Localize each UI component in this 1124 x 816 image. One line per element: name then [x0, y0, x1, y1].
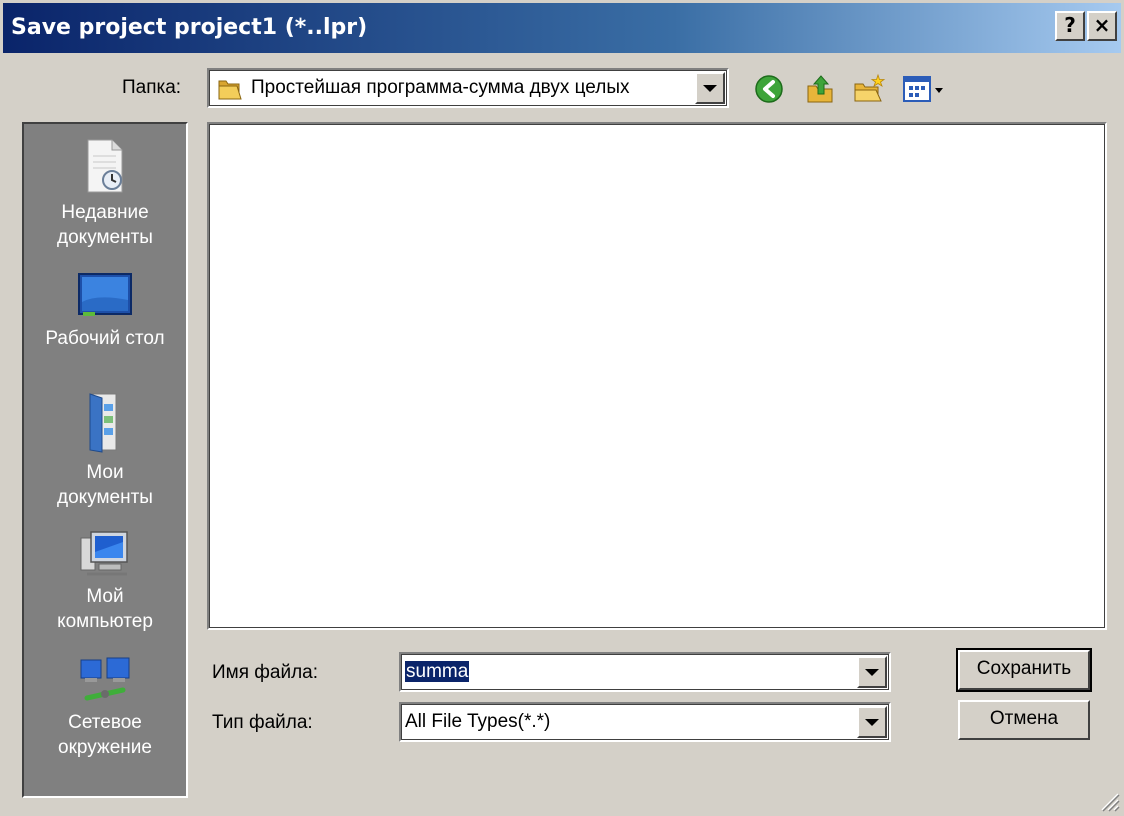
place-desktop[interactable]: Рабочий стол: [24, 272, 186, 351]
filetype-value: All File Types(*.*): [405, 711, 551, 732]
recent-documents-icon: [87, 139, 123, 193]
close-button[interactable]: ×: [1087, 11, 1117, 41]
filetype-label: Тип файла:: [212, 712, 313, 733]
filetype-select[interactable]: All File Types(*.*): [399, 702, 891, 742]
place-my-computer[interactable]: Мой компьютер: [24, 528, 186, 634]
network-icon: [80, 657, 130, 701]
folder-dropdown-button[interactable]: [695, 72, 725, 104]
place-label-line1: Недавние: [61, 202, 149, 223]
window-title: Save project project1 (*..lpr): [11, 15, 368, 40]
place-label-line1: Мои: [86, 462, 124, 483]
place-label-line2: документы: [57, 487, 153, 508]
place-label-line2: компьютер: [57, 611, 153, 632]
file-list[interactable]: [207, 122, 1107, 630]
folder-icon: [218, 80, 242, 100]
help-button[interactable]: ?: [1055, 11, 1085, 41]
save-button[interactable]: Сохранить: [956, 648, 1092, 692]
filename-input[interactable]: summa: [405, 661, 470, 682]
cancel-button[interactable]: Отмена: [958, 700, 1090, 740]
filename-dropdown-button[interactable]: [857, 656, 887, 688]
place-label-line2: окружение: [58, 737, 152, 758]
my-computer-icon: [80, 531, 128, 576]
my-documents-icon: [89, 393, 117, 453]
places-bar: Недавние документы Рабочий стол Мои доку…: [22, 122, 188, 798]
resize-grip-icon[interactable]: [1098, 790, 1120, 812]
place-label-line1: Сетевое: [68, 712, 142, 733]
up-folder-icon[interactable]: [804, 72, 838, 106]
place-recent-documents[interactable]: Недавние документы: [24, 138, 186, 250]
filetype-dropdown-button[interactable]: [857, 706, 887, 738]
back-icon[interactable]: [752, 72, 786, 106]
filename-combo[interactable]: summa: [399, 652, 891, 692]
view-menu-icon[interactable]: [902, 72, 946, 106]
save-dialog: Save project project1 (*..lpr) ? × Папка…: [0, 0, 1124, 816]
folder-combo[interactable]: Простейшая программа-сумма двух целых: [207, 68, 729, 108]
new-folder-icon[interactable]: [852, 72, 886, 106]
place-my-documents[interactable]: Мои документы: [24, 390, 186, 510]
desktop-icon: [78, 273, 132, 316]
title-bar[interactable]: Save project project1 (*..lpr) ? ×: [3, 3, 1121, 53]
place-label-line1: Мой: [86, 586, 124, 607]
place-network[interactable]: Сетевое окружение: [24, 654, 186, 760]
folder-value: Простейшая программа-сумма двух целых: [251, 77, 630, 98]
folder-label: Папка:: [122, 77, 182, 98]
place-label-line2: документы: [57, 227, 153, 248]
filename-label: Имя файла:: [212, 662, 319, 683]
place-label-line1: Рабочий стол: [45, 328, 165, 349]
